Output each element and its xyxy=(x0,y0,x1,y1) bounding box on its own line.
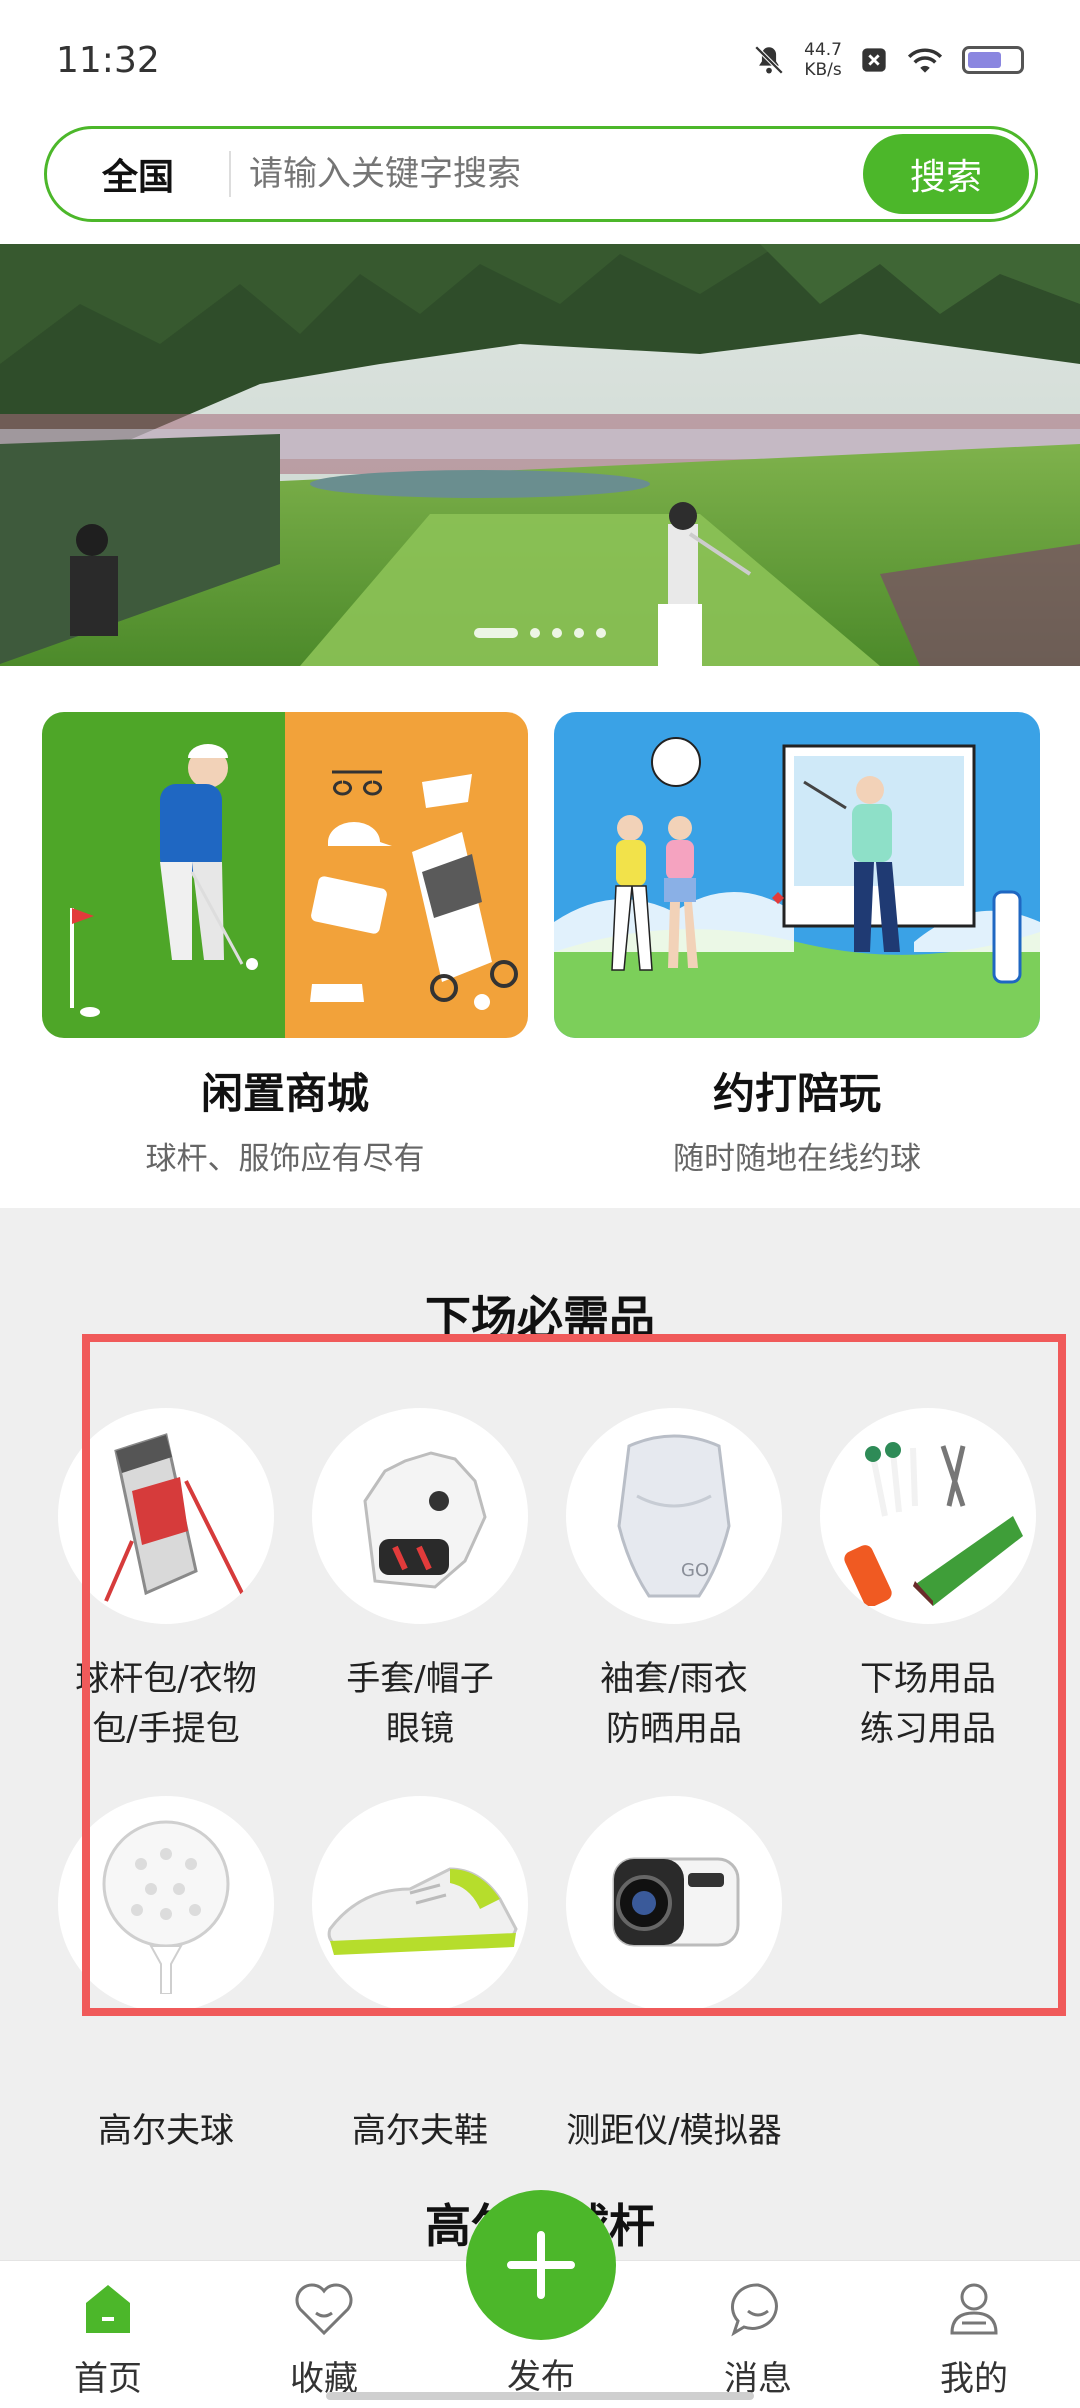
carousel-dot[interactable] xyxy=(574,628,584,638)
nav-label: 发布 xyxy=(507,2357,575,2397)
selection-highlight-box xyxy=(82,1334,1066,2016)
carousel-dot[interactable] xyxy=(530,628,540,638)
card-title: 闲置商城 xyxy=(200,1069,369,1118)
search-button[interactable]: 搜索 xyxy=(863,134,1029,214)
network-speed: 44.7 KB/s xyxy=(804,40,842,80)
search-bar: 全国 搜索 xyxy=(44,126,1038,222)
home-icon xyxy=(86,2285,130,2333)
banner-carousel[interactable] xyxy=(0,244,1080,666)
carousel-dot[interactable] xyxy=(596,628,606,638)
card-play-partner[interactable]: 约打陪玩 随时随地在线约球 xyxy=(554,712,1040,1178)
wifi-icon xyxy=(907,48,943,73)
card-secondhand-mall[interactable]: 闲置商城 球杆、服饰应有尽有 xyxy=(42,712,528,1178)
nav-home[interactable]: 首页 xyxy=(38,2277,178,2400)
card-title: 约打陪玩 xyxy=(712,1069,881,1118)
nav-favorites[interactable]: 收藏 xyxy=(254,2277,394,2400)
feature-cards: 闲置商城 球杆、服饰应有尽有 约打陪玩 随时随地在线约球 xyxy=(42,712,1040,1178)
status-bar: 11:32 44.7 KB/s xyxy=(0,0,1080,120)
speed-unit: KB/s xyxy=(804,60,842,80)
battery-icon xyxy=(962,46,1024,74)
nav-label: 首页 xyxy=(74,2359,142,2399)
user-icon xyxy=(950,2283,998,2335)
card-image xyxy=(554,712,1040,1038)
plus-icon xyxy=(507,2231,575,2299)
carousel-dot[interactable] xyxy=(552,628,562,638)
speed-value: 44.7 xyxy=(804,40,842,60)
notification-x-icon xyxy=(862,48,886,72)
card-subtitle: 随时随地在线约球 xyxy=(673,1141,921,1177)
nav-publish-label-wrap[interactable]: 发布 xyxy=(471,2343,611,2398)
region-selector[interactable]: 全国 xyxy=(47,148,229,200)
heart-icon xyxy=(295,2283,353,2336)
card-image xyxy=(42,712,528,1038)
search-input[interactable] xyxy=(231,134,863,214)
category-label: 高尔夫球 xyxy=(98,2111,234,2151)
nav-messages[interactable]: 消息 xyxy=(688,2277,828,2400)
category-label: 测距仪/模拟器 xyxy=(566,2111,782,2151)
home-indicator[interactable] xyxy=(326,2392,754,2400)
publish-button[interactable] xyxy=(466,2190,616,2340)
mute-icon xyxy=(754,45,784,75)
nav-profile[interactable]: 我的 xyxy=(904,2277,1044,2400)
nav-label: 我的 xyxy=(940,2359,1008,2399)
status-time: 11:32 xyxy=(56,39,160,81)
message-icon xyxy=(730,2283,778,2337)
status-icons: 44.7 KB/s xyxy=(752,40,1024,80)
carousel-dot[interactable] xyxy=(474,628,518,638)
category-label: 高尔夫鞋 xyxy=(352,2111,488,2151)
card-subtitle: 球杆、服饰应有尽有 xyxy=(145,1141,425,1177)
carousel-indicator xyxy=(0,628,1080,638)
banner-image xyxy=(0,244,1080,666)
